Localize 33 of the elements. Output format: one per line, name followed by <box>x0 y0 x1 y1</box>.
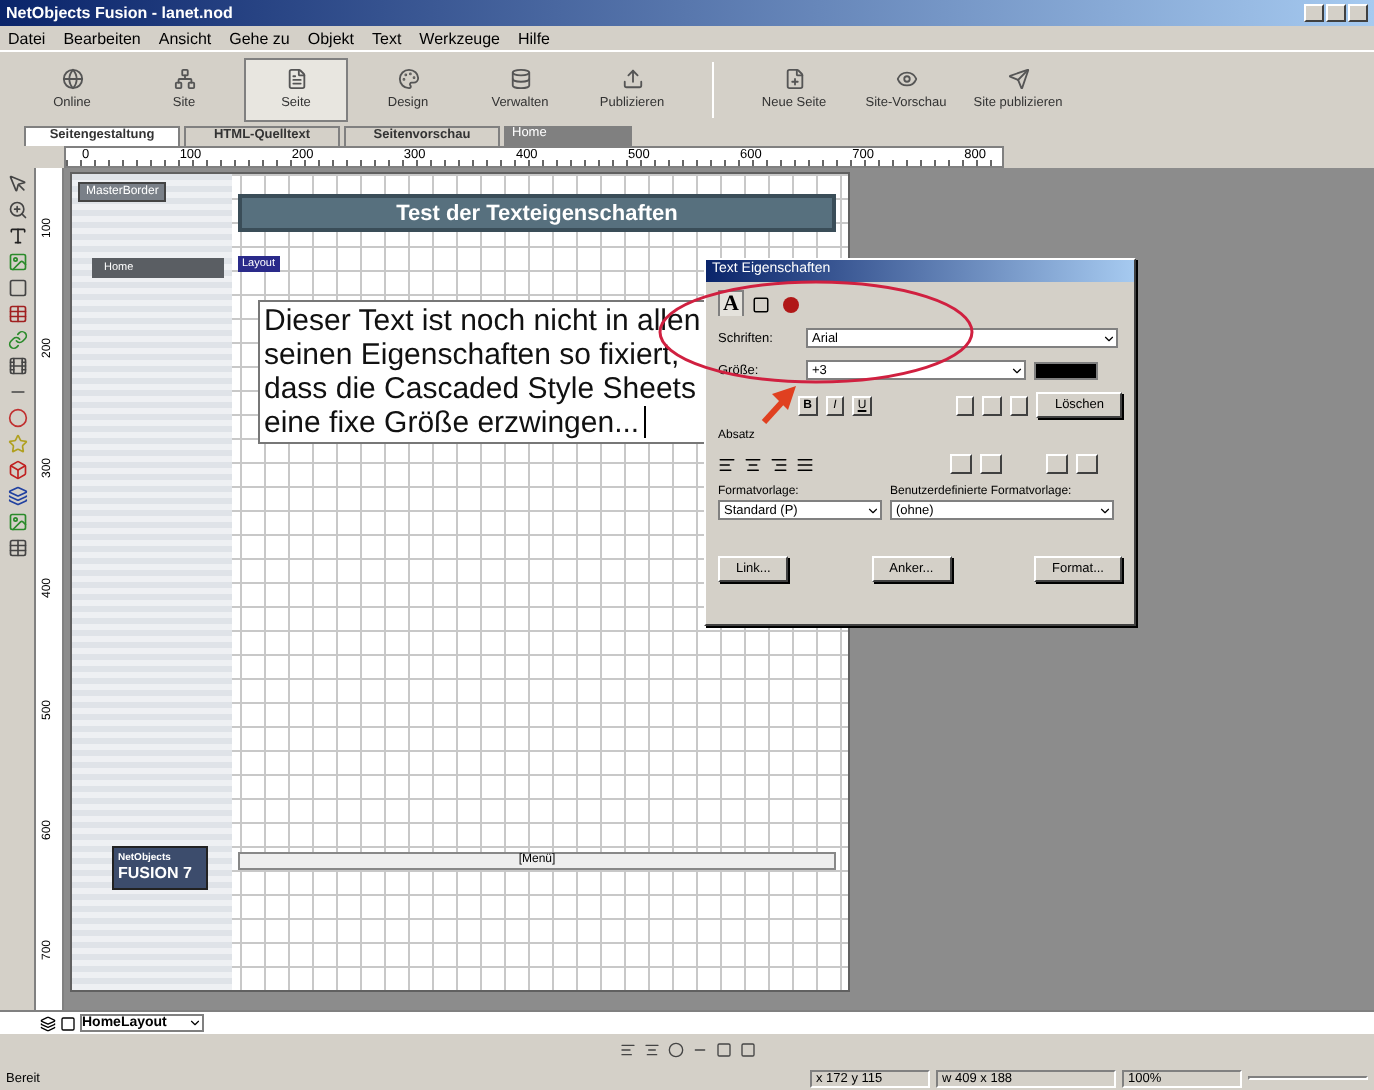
tool-icon[interactable] <box>7 486 27 506</box>
upload-icon <box>621 68 643 90</box>
eye-icon <box>895 68 917 90</box>
tool-icon[interactable] <box>7 174 27 194</box>
tool-icon[interactable] <box>7 226 27 246</box>
globe-icon <box>61 68 83 90</box>
paper-plane-icon <box>1007 68 1029 90</box>
menu-item[interactable]: Datei <box>8 29 46 47</box>
menu-item[interactable]: Werkzeuge <box>419 29 500 47</box>
menu-item[interactable]: Text <box>372 29 402 47</box>
menu-item[interactable]: Objekt <box>307 29 354 47</box>
tool-icon[interactable] <box>7 538 27 558</box>
database-icon <box>509 68 531 90</box>
page-plus-icon <box>783 68 805 90</box>
tool-icon[interactable] <box>7 356 27 376</box>
menu-item[interactable]: Bearbeiten <box>63 29 141 47</box>
tool-icon[interactable] <box>7 278 27 298</box>
tool-icon[interactable] <box>7 304 27 324</box>
text-cursor <box>643 406 646 438</box>
menu-item[interactable]: Ansicht <box>158 29 212 47</box>
menu-item[interactable]: Gehe zu <box>229 29 290 47</box>
tool-icon[interactable] <box>7 200 27 220</box>
color-swatch[interactable] <box>1034 361 1098 379</box>
window-title: NetObjects Fusion - lanet.nod <box>6 4 233 22</box>
annotation-arrow <box>761 386 796 424</box>
layout-icon[interactable] <box>40 1015 56 1031</box>
page-banner: Test der Texteigenschaften <box>238 194 836 232</box>
page-icon <box>285 68 307 90</box>
layout-icon[interactable] <box>60 1015 76 1031</box>
palette-icon <box>397 68 419 90</box>
menu-item[interactable]: Hilfe <box>518 29 551 47</box>
network-icon <box>173 68 195 90</box>
text-tab[interactable]: A <box>718 290 744 316</box>
